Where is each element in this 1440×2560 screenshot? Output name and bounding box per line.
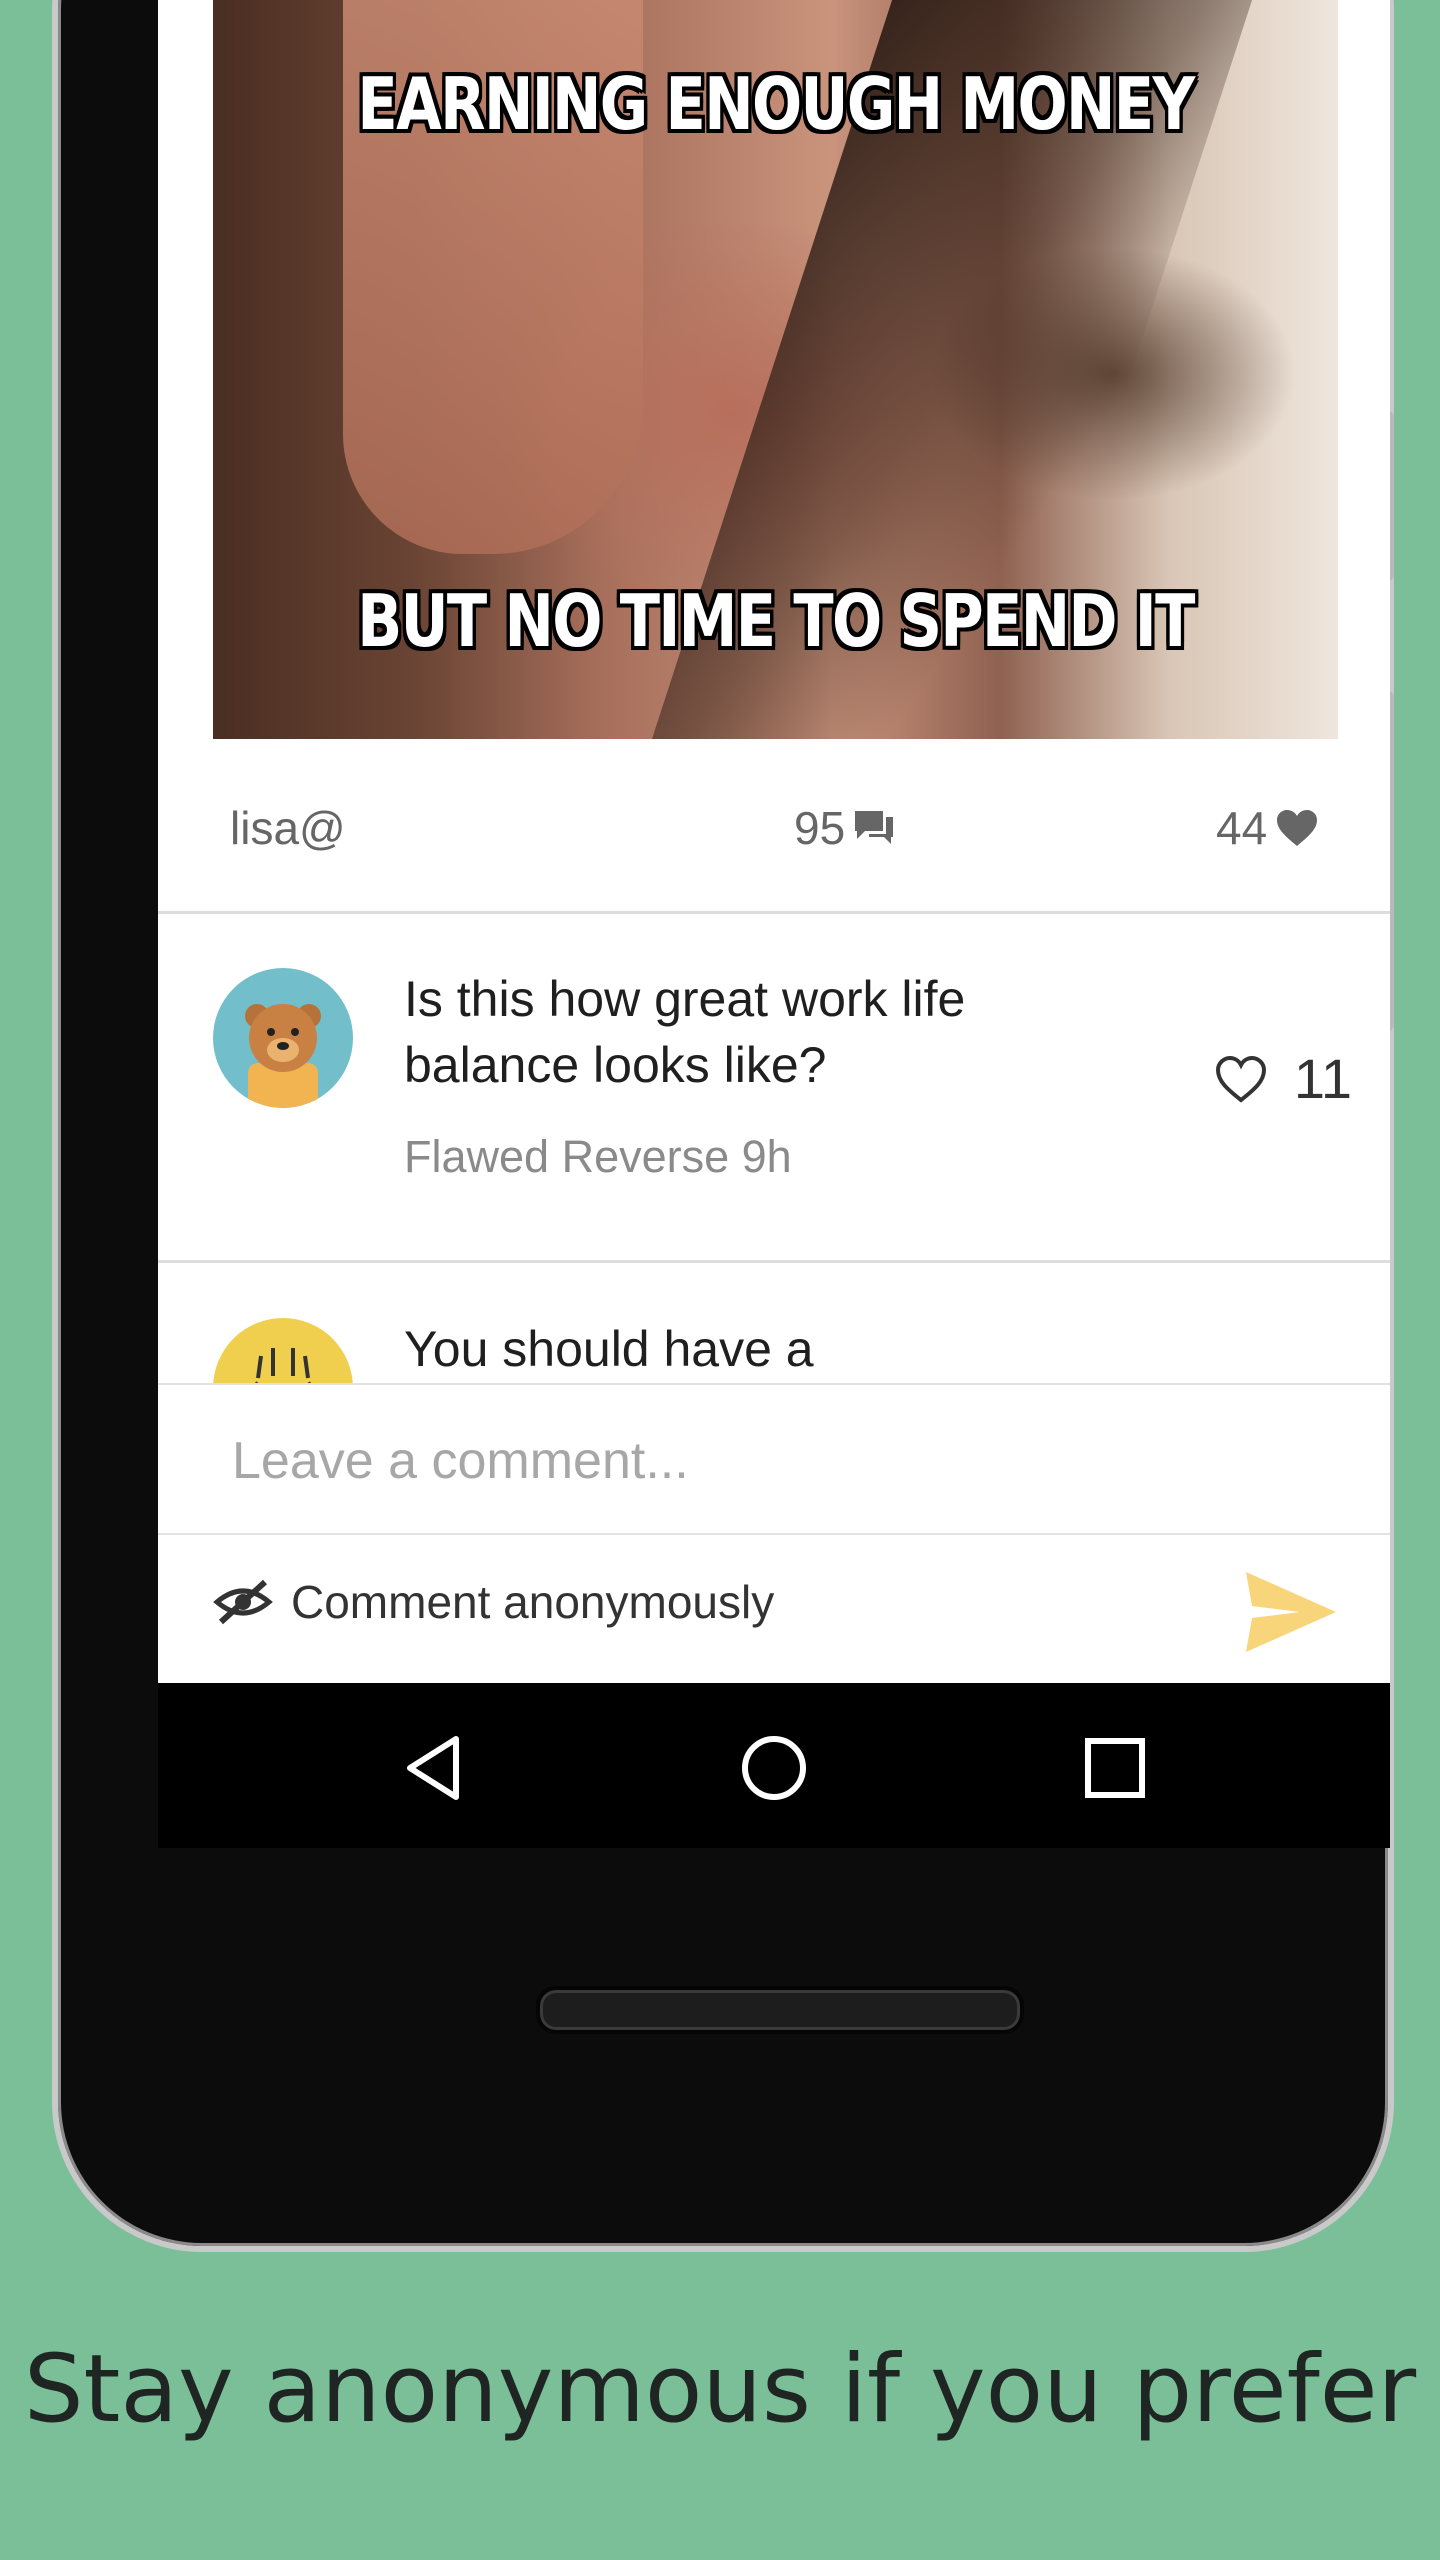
comment-meta: Flawed Reverse 9h (404, 1131, 792, 1182)
heart-filled-icon (1277, 810, 1318, 846)
post-comment-count[interactable]: 95 (794, 801, 895, 855)
commenter-avatar[interactable] (213, 968, 353, 1108)
app-screen: EARNING ENOUGH MONEY BUT NO TIME TO SPEN… (158, 0, 1390, 1848)
heart-outline-icon[interactable] (1214, 1055, 1268, 1103)
phone-frame: EARNING ENOUGH MONEY BUT NO TIME TO SPEN… (52, 0, 1394, 2252)
comment-text: You should have a (404, 1321, 814, 1377)
comment-text: Is this how great work life balance look… (404, 971, 966, 1093)
comment-count-value: 95 (794, 802, 846, 854)
home-icon[interactable] (739, 1733, 809, 1803)
eye-off-icon (213, 1579, 273, 1625)
post-author[interactable]: lisa@ (230, 801, 346, 855)
composer-divider (158, 1533, 1390, 1535)
recents-icon[interactable] (1080, 1733, 1150, 1803)
meme-caption-bottom: BUT NO TIME TO SPEND IT (357, 579, 1195, 663)
comment-input[interactable] (230, 1415, 1314, 1507)
promo-caption: Stay anonymous if you prefer (23, 2335, 1417, 2444)
comment-like-count: 11 (1293, 1047, 1352, 1110)
send-button[interactable] (1244, 1570, 1338, 1654)
meme-caption-top: EARNING ENOUGH MONEY (357, 62, 1195, 146)
comment-like[interactable]: 11 (1214, 1046, 1352, 1111)
phone-speaker (536, 1986, 1024, 2034)
post-divider (158, 911, 1390, 914)
send-icon (1246, 1572, 1336, 1652)
anonymous-label: Comment anonymously (291, 1576, 775, 1628)
post-image[interactable]: EARNING ENOUGH MONEY BUT NO TIME TO SPEN… (213, 0, 1338, 739)
like-count-value: 44 (1216, 802, 1268, 854)
post-like-count[interactable]: 44 (1216, 801, 1319, 855)
comments-icon (855, 811, 894, 844)
comment-divider (158, 1260, 1390, 1263)
bear-icon (245, 1004, 321, 1108)
system-nav-bar (158, 1683, 1390, 1848)
back-icon[interactable] (398, 1733, 468, 1803)
comment-anonymously-toggle[interactable]: Comment anonymously (213, 1575, 774, 1629)
